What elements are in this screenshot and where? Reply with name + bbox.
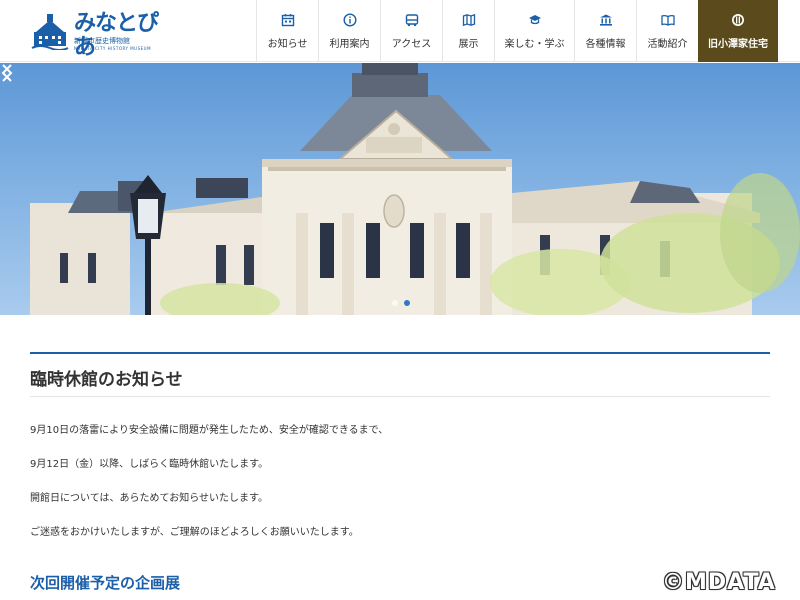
title-underline xyxy=(30,396,770,397)
map-icon xyxy=(462,13,475,26)
logo-subtitle: 新潟市歴史博物館 xyxy=(74,37,130,45)
notice-paragraph: ご迷惑をおかけいたしますが、ご理解のほどよろしくお願いいたします。 xyxy=(30,527,359,538)
nav-label: 楽しむ・学ぶ xyxy=(504,38,565,50)
section-divider xyxy=(30,352,770,354)
nav-item-activities[interactable]: 活動紹介 xyxy=(636,0,698,62)
nav-label: 各種情報 xyxy=(585,38,626,50)
slider-dot[interactable] xyxy=(392,300,398,306)
nav-label: 旧小澤家住宅 xyxy=(708,38,768,50)
slider-dots xyxy=(392,300,410,306)
crest-icon xyxy=(732,13,744,26)
logo-subtitle-en: NIIGATA CITY HISTORY MUSEUM xyxy=(74,46,152,51)
nav-item-ozawa-house[interactable]: 旧小澤家住宅 xyxy=(698,0,778,62)
building-icon xyxy=(599,14,612,26)
notice-paragraph: 開館日については、あらためてお知らせいたします。 xyxy=(30,493,268,504)
nav-item-news[interactable]: お知らせ xyxy=(256,0,318,62)
notice-title: 臨時休館のお知らせ xyxy=(30,370,183,390)
hero-slider xyxy=(0,63,800,315)
copyright-watermark: ©MDATA xyxy=(662,570,776,595)
site-logo[interactable]: みなとぴあ 新潟市歴史博物館 NIIGATA CITY HISTORY MUSE… xyxy=(30,10,170,60)
upcoming-exhibition-heading[interactable]: 次回開催予定の企画展 xyxy=(30,572,180,593)
calendar-icon xyxy=(281,13,294,26)
nav-item-access[interactable]: アクセス xyxy=(380,0,442,62)
site-header: みなとぴあ 新潟市歴史博物館 NIIGATA CITY HISTORY MUSE… xyxy=(0,0,800,62)
nav-item-learn[interactable]: 楽しむ・学ぶ xyxy=(494,0,574,62)
nav-label: アクセス xyxy=(391,38,432,50)
nav-item-guide[interactable]: 利用案内 xyxy=(318,0,380,62)
graduation-cap-icon xyxy=(528,14,541,24)
nav-label: 展示 xyxy=(458,38,479,50)
hero-image xyxy=(30,63,800,315)
nav-item-info[interactable]: 各種情報 xyxy=(574,0,636,62)
bus-icon xyxy=(405,13,418,26)
nav-item-exhibition[interactable]: 展示 xyxy=(442,0,494,62)
nav-label: 利用案内 xyxy=(329,38,370,50)
museum-emblem-icon xyxy=(31,14,69,50)
nav-label: お知らせ xyxy=(267,38,308,50)
info-icon xyxy=(342,12,357,27)
notice-paragraph: 9月10日の落雷により安全設備に問題が発生したため、安全が確認できるまで、 xyxy=(30,425,389,436)
logo-title: みなとぴあ xyxy=(74,11,159,60)
slider-dot-active[interactable] xyxy=(404,300,410,306)
slider-next-arrow-icon[interactable] xyxy=(0,63,14,83)
book-icon xyxy=(660,14,675,26)
main-nav: お知らせ 利用案内 アクセス 展示 楽しむ・学ぶ 各種情報 活動紹介 旧小澤家住… xyxy=(256,0,778,62)
nav-label: 活動紹介 xyxy=(647,38,688,50)
notice-paragraph: 9月12日（金）以降、しばらく臨時休館いたします。 xyxy=(30,459,269,470)
